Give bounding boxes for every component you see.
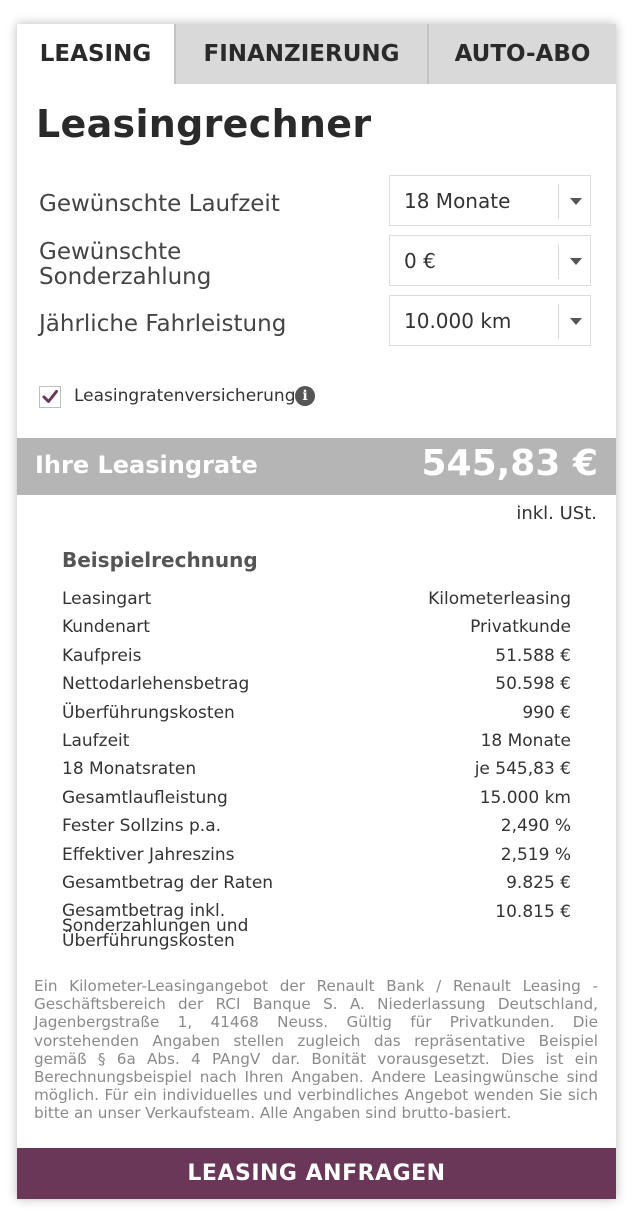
mileage-label: Jährliche Fahrleistung <box>39 311 287 337</box>
tab-bar: LEASING FINANZIERUNG AUTO-ABO <box>17 24 616 84</box>
leasing-calculator-card: LEASING FINANZIERUNG AUTO-ABO Leasingrec… <box>17 24 616 1199</box>
tab-finanzierung[interactable]: FINANZIERUNG <box>174 24 427 84</box>
down-payment-label: Gewünschte Sonderzahlung <box>39 240 211 290</box>
row-key: Fester Sollzins p.a. <box>62 816 222 836</box>
row-value: 2,519 % <box>500 845 571 865</box>
row-key: Kaufpreis <box>62 646 142 666</box>
row-key: Gesamtbetrag der Raten <box>62 873 274 893</box>
row-value: 50.598 € <box>495 674 571 694</box>
row-value: 18 Monate <box>480 731 571 751</box>
mileage-select[interactable]: 10.000 km <box>389 295 591 346</box>
row-value: 15.000 km <box>479 788 571 808</box>
checkmark-icon <box>42 390 58 403</box>
legal-disclaimer: Ein Kilometer-Leasingangebot der Renault… <box>34 977 598 1123</box>
row-key: Nettodarlehensbetrag <box>62 674 250 694</box>
duration-value: 18 Monate <box>404 189 511 213</box>
row-key: 18 Monatsraten <box>62 759 197 779</box>
row-value: 10.815 € <box>495 902 571 922</box>
page-title: Leasingrechner <box>36 102 372 146</box>
insurance-checkbox[interactable] <box>39 386 61 408</box>
row-key: Effektiver Jahreszins <box>62 845 235 865</box>
rate-label: Ihre Leasingrate <box>35 451 258 479</box>
info-icon[interactable]: i <box>295 386 315 406</box>
mileage-value: 10.000 km <box>404 309 512 333</box>
select-divider <box>558 184 559 219</box>
row-value: Kilometerleasing <box>428 589 571 609</box>
select-divider <box>558 244 559 279</box>
vat-note: inkl. USt. <box>516 503 597 524</box>
row-key: Überführungskosten <box>62 703 235 723</box>
example-title: Beispielrechnung <box>62 548 258 572</box>
chevron-down-icon <box>570 198 582 205</box>
down-payment-label-line1: Gewünschte <box>39 239 182 265</box>
row-key: Gesamtlaufleistung <box>62 788 228 808</box>
tab-leasing[interactable]: LEASING <box>17 24 174 84</box>
request-leasing-button[interactable]: LEASING ANFRAGEN <box>17 1148 616 1199</box>
row-value: 51.588 € <box>495 646 571 666</box>
chevron-down-icon <box>570 258 582 265</box>
duration-label: Gewünschte Laufzeit <box>39 191 280 217</box>
tab-auto-abo[interactable]: AUTO-ABO <box>427 24 616 84</box>
row-key: Gesamtbetrag inkl. Sonderzahlungen und Ü… <box>62 901 249 951</box>
row-key: Laufzeit <box>62 731 130 751</box>
down-payment-value: 0 € <box>404 249 436 273</box>
select-divider <box>558 304 559 339</box>
row-value: 9.825 € <box>506 873 571 893</box>
insurance-label[interactable]: Leasingratenversicherung <box>74 386 296 406</box>
row-key: Kundenart <box>62 617 150 637</box>
rate-value: 545,83 € <box>421 443 598 484</box>
rate-bar: Ihre Leasingrate 545,83 € <box>17 438 616 495</box>
row-value: 2,490 % <box>500 816 571 836</box>
down-payment-select[interactable]: 0 € <box>389 235 591 286</box>
duration-select[interactable]: 18 Monate <box>389 175 591 226</box>
row-value: je 545,83 € <box>474 759 571 779</box>
down-payment-label-line2: Sonderzahlung <box>39 264 212 290</box>
row-value: 990 € <box>522 703 571 723</box>
row-key: Leasingart <box>62 589 152 609</box>
row-value: Privatkunde <box>470 617 571 637</box>
chevron-down-icon <box>570 318 582 325</box>
